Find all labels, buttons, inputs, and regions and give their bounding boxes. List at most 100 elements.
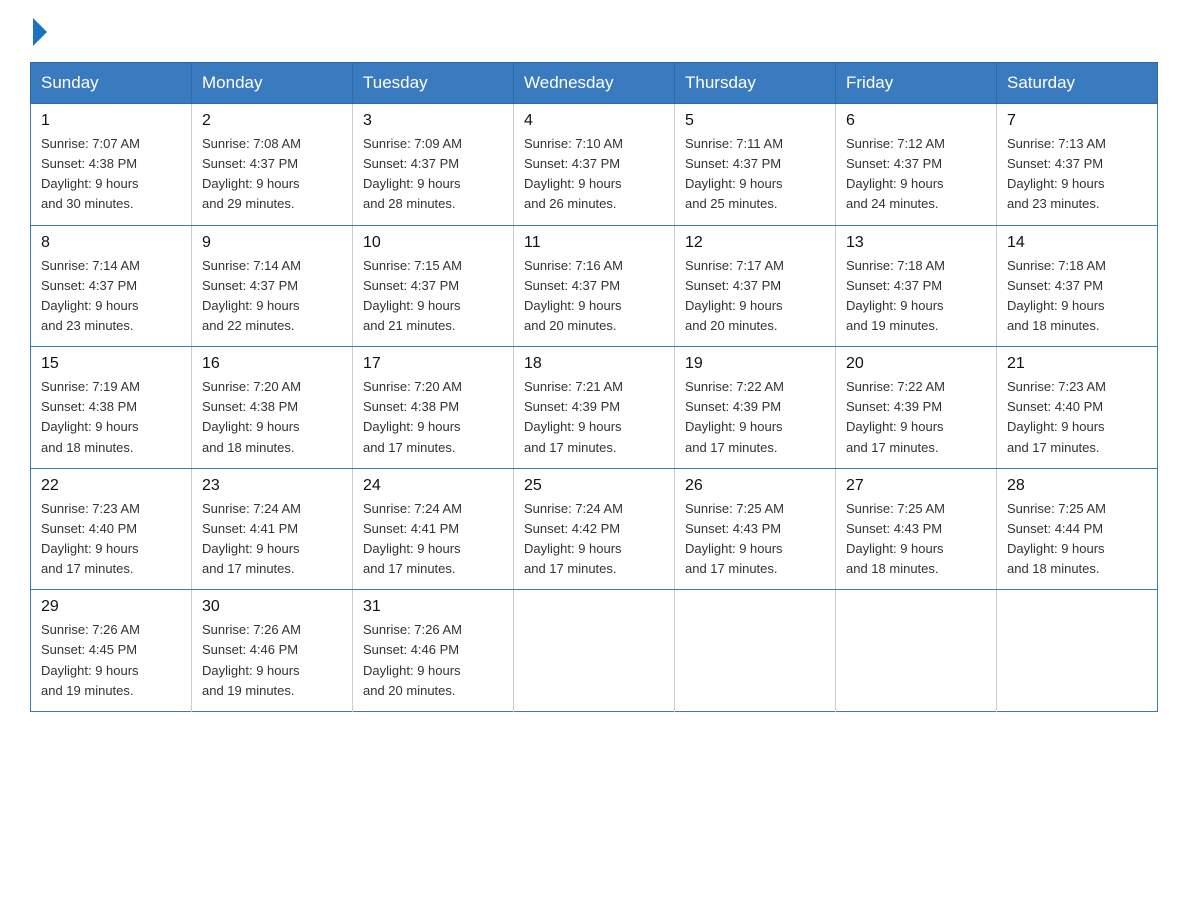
logo (30, 20, 51, 44)
weekday-header-wednesday: Wednesday (514, 63, 675, 104)
calendar-day-cell: 22 Sunrise: 7:23 AMSunset: 4:40 PMDayligh… (31, 468, 192, 590)
day-number: 22 (41, 477, 181, 495)
weekday-header-saturday: Saturday (997, 63, 1158, 104)
day-sun-info: Sunrise: 7:16 AMSunset: 4:37 PMDaylight:… (524, 256, 664, 337)
calendar-week-row: 22 Sunrise: 7:23 AMSunset: 4:40 PMDayligh… (31, 468, 1158, 590)
day-sun-info: Sunrise: 7:22 AMSunset: 4:39 PMDaylight:… (846, 377, 986, 458)
calendar-day-cell: 21 Sunrise: 7:23 AMSunset: 4:40 PMDayligh… (997, 347, 1158, 469)
day-sun-info: Sunrise: 7:14 AMSunset: 4:37 PMDaylight:… (41, 256, 181, 337)
calendar-day-cell: 2 Sunrise: 7:08 AMSunset: 4:37 PMDaylight… (192, 104, 353, 226)
day-sun-info: Sunrise: 7:20 AMSunset: 4:38 PMDaylight:… (363, 377, 503, 458)
calendar-day-cell: 9Sunrise: 7:14 AMSunset: 4:37 PMDaylight… (192, 225, 353, 347)
calendar-day-cell: 28Sunrise: 7:25 AMSunset: 4:44 PMDayligh… (997, 468, 1158, 590)
day-number: 8 (41, 234, 181, 252)
day-number: 30 (202, 598, 342, 616)
day-sun-info: Sunrise: 7:26 AMSunset: 4:45 PMDaylight:… (41, 620, 181, 701)
day-sun-info: Sunrise: 7:26 AMSunset: 4:46 PMDaylight:… (202, 620, 342, 701)
weekday-header-tuesday: Tuesday (353, 63, 514, 104)
logo-triangle-icon (33, 18, 47, 46)
day-number: 12 (685, 234, 825, 252)
day-number: 18 (524, 355, 664, 373)
calendar-day-cell: 12 Sunrise: 7:17 AMSunset: 4:37 PMDayligh… (675, 225, 836, 347)
calendar-day-cell: 20 Sunrise: 7:22 AMSunset: 4:39 PMDayligh… (836, 347, 997, 469)
day-number: 9 (202, 234, 342, 252)
calendar-empty-cell (675, 590, 836, 712)
day-number: 7 (1007, 112, 1147, 130)
day-number: 29 (41, 598, 181, 616)
calendar-day-cell: 10 Sunrise: 7:15 AMSunset: 4:37 PMDayligh… (353, 225, 514, 347)
calendar-day-cell: 30 Sunrise: 7:26 AMSunset: 4:46 PMDayligh… (192, 590, 353, 712)
calendar-week-row: 15 Sunrise: 7:19 AMSunset: 4:38 PMDayligh… (31, 347, 1158, 469)
calendar-day-cell: 25 Sunrise: 7:24 AMSunset: 4:42 PMDayligh… (514, 468, 675, 590)
day-sun-info: Sunrise: 7:24 AMSunset: 4:42 PMDaylight:… (524, 499, 664, 580)
day-sun-info: Sunrise: 7:18 AMSunset: 4:37 PMDaylight:… (846, 256, 986, 337)
calendar-day-cell: 4 Sunrise: 7:10 AMSunset: 4:37 PMDaylight… (514, 104, 675, 226)
calendar-day-cell: 18Sunrise: 7:21 AMSunset: 4:39 PMDayligh… (514, 347, 675, 469)
day-sun-info: Sunrise: 7:19 AMSunset: 4:38 PMDaylight:… (41, 377, 181, 458)
day-sun-info: Sunrise: 7:25 AMSunset: 4:43 PMDaylight:… (846, 499, 986, 580)
calendar-day-cell: 14Sunrise: 7:18 AMSunset: 4:37 PMDayligh… (997, 225, 1158, 347)
day-sun-info: Sunrise: 7:15 AMSunset: 4:37 PMDaylight:… (363, 256, 503, 337)
day-sun-info: Sunrise: 7:22 AMSunset: 4:39 PMDaylight:… (685, 377, 825, 458)
day-sun-info: Sunrise: 7:23 AMSunset: 4:40 PMDaylight:… (1007, 377, 1147, 458)
day-number: 13 (846, 234, 986, 252)
day-number: 5 (685, 112, 825, 130)
day-number: 23 (202, 477, 342, 495)
calendar-table: SundayMondayTuesdayWednesdayThursdayFrid… (30, 62, 1158, 712)
day-number: 16 (202, 355, 342, 373)
day-number: 15 (41, 355, 181, 373)
page-header (30, 20, 1158, 44)
day-sun-info: Sunrise: 7:09 AMSunset: 4:37 PMDaylight:… (363, 134, 503, 215)
calendar-day-cell: 24 Sunrise: 7:24 AMSunset: 4:41 PMDayligh… (353, 468, 514, 590)
day-number: 10 (363, 234, 503, 252)
day-number: 19 (685, 355, 825, 373)
day-number: 1 (41, 112, 181, 130)
day-sun-info: Sunrise: 7:13 AMSunset: 4:37 PMDaylight:… (1007, 134, 1147, 215)
day-number: 27 (846, 477, 986, 495)
day-sun-info: Sunrise: 7:10 AMSunset: 4:37 PMDaylight:… (524, 134, 664, 215)
day-sun-info: Sunrise: 7:08 AMSunset: 4:37 PMDaylight:… (202, 134, 342, 215)
calendar-empty-cell (836, 590, 997, 712)
day-sun-info: Sunrise: 7:25 AMSunset: 4:44 PMDaylight:… (1007, 499, 1147, 580)
day-number: 31 (363, 598, 503, 616)
calendar-week-row: 1 Sunrise: 7:07 AMSunset: 4:38 PMDaylight… (31, 104, 1158, 226)
calendar-day-cell: 16 Sunrise: 7:20 AMSunset: 4:38 PMDayligh… (192, 347, 353, 469)
calendar-day-cell: 15 Sunrise: 7:19 AMSunset: 4:38 PMDayligh… (31, 347, 192, 469)
weekday-header-thursday: Thursday (675, 63, 836, 104)
calendar-day-cell: 29 Sunrise: 7:26 AMSunset: 4:45 PMDayligh… (31, 590, 192, 712)
calendar-day-cell: 17 Sunrise: 7:20 AMSunset: 4:38 PMDayligh… (353, 347, 514, 469)
day-sun-info: Sunrise: 7:25 AMSunset: 4:43 PMDaylight:… (685, 499, 825, 580)
day-number: 25 (524, 477, 664, 495)
day-number: 20 (846, 355, 986, 373)
day-number: 4 (524, 112, 664, 130)
calendar-day-cell: 3 Sunrise: 7:09 AMSunset: 4:37 PMDaylight… (353, 104, 514, 226)
day-sun-info: Sunrise: 7:11 AMSunset: 4:37 PMDaylight:… (685, 134, 825, 215)
day-number: 21 (1007, 355, 1147, 373)
calendar-day-cell: 1 Sunrise: 7:07 AMSunset: 4:38 PMDaylight… (31, 104, 192, 226)
calendar-day-cell: 31 Sunrise: 7:26 AMSunset: 4:46 PMDayligh… (353, 590, 514, 712)
calendar-day-cell: 7 Sunrise: 7:13 AMSunset: 4:37 PMDaylight… (997, 104, 1158, 226)
day-sun-info: Sunrise: 7:17 AMSunset: 4:37 PMDaylight:… (685, 256, 825, 337)
day-number: 24 (363, 477, 503, 495)
calendar-day-cell: 11Sunrise: 7:16 AMSunset: 4:37 PMDayligh… (514, 225, 675, 347)
weekday-header-monday: Monday (192, 63, 353, 104)
weekday-header-sunday: Sunday (31, 63, 192, 104)
calendar-day-cell: 5 Sunrise: 7:11 AMSunset: 4:37 PMDaylight… (675, 104, 836, 226)
calendar-week-row: 29 Sunrise: 7:26 AMSunset: 4:45 PMDayligh… (31, 590, 1158, 712)
day-number: 6 (846, 112, 986, 130)
day-number: 3 (363, 112, 503, 130)
day-sun-info: Sunrise: 7:26 AMSunset: 4:46 PMDaylight:… (363, 620, 503, 701)
calendar-day-cell: 8 Sunrise: 7:14 AMSunset: 4:37 PMDaylight… (31, 225, 192, 347)
day-sun-info: Sunrise: 7:07 AMSunset: 4:38 PMDaylight:… (41, 134, 181, 215)
day-sun-info: Sunrise: 7:24 AMSunset: 4:41 PMDaylight:… (202, 499, 342, 580)
day-number: 17 (363, 355, 503, 373)
day-sun-info: Sunrise: 7:18 AMSunset: 4:37 PMDaylight:… (1007, 256, 1147, 337)
calendar-day-cell: 27 Sunrise: 7:25 AMSunset: 4:43 PMDayligh… (836, 468, 997, 590)
day-sun-info: Sunrise: 7:24 AMSunset: 4:41 PMDaylight:… (363, 499, 503, 580)
day-sun-info: Sunrise: 7:20 AMSunset: 4:38 PMDaylight:… (202, 377, 342, 458)
day-sun-info: Sunrise: 7:23 AMSunset: 4:40 PMDaylight:… (41, 499, 181, 580)
calendar-week-row: 8 Sunrise: 7:14 AMSunset: 4:37 PMDaylight… (31, 225, 1158, 347)
calendar-empty-cell (997, 590, 1158, 712)
day-number: 2 (202, 112, 342, 130)
calendar-empty-cell (514, 590, 675, 712)
